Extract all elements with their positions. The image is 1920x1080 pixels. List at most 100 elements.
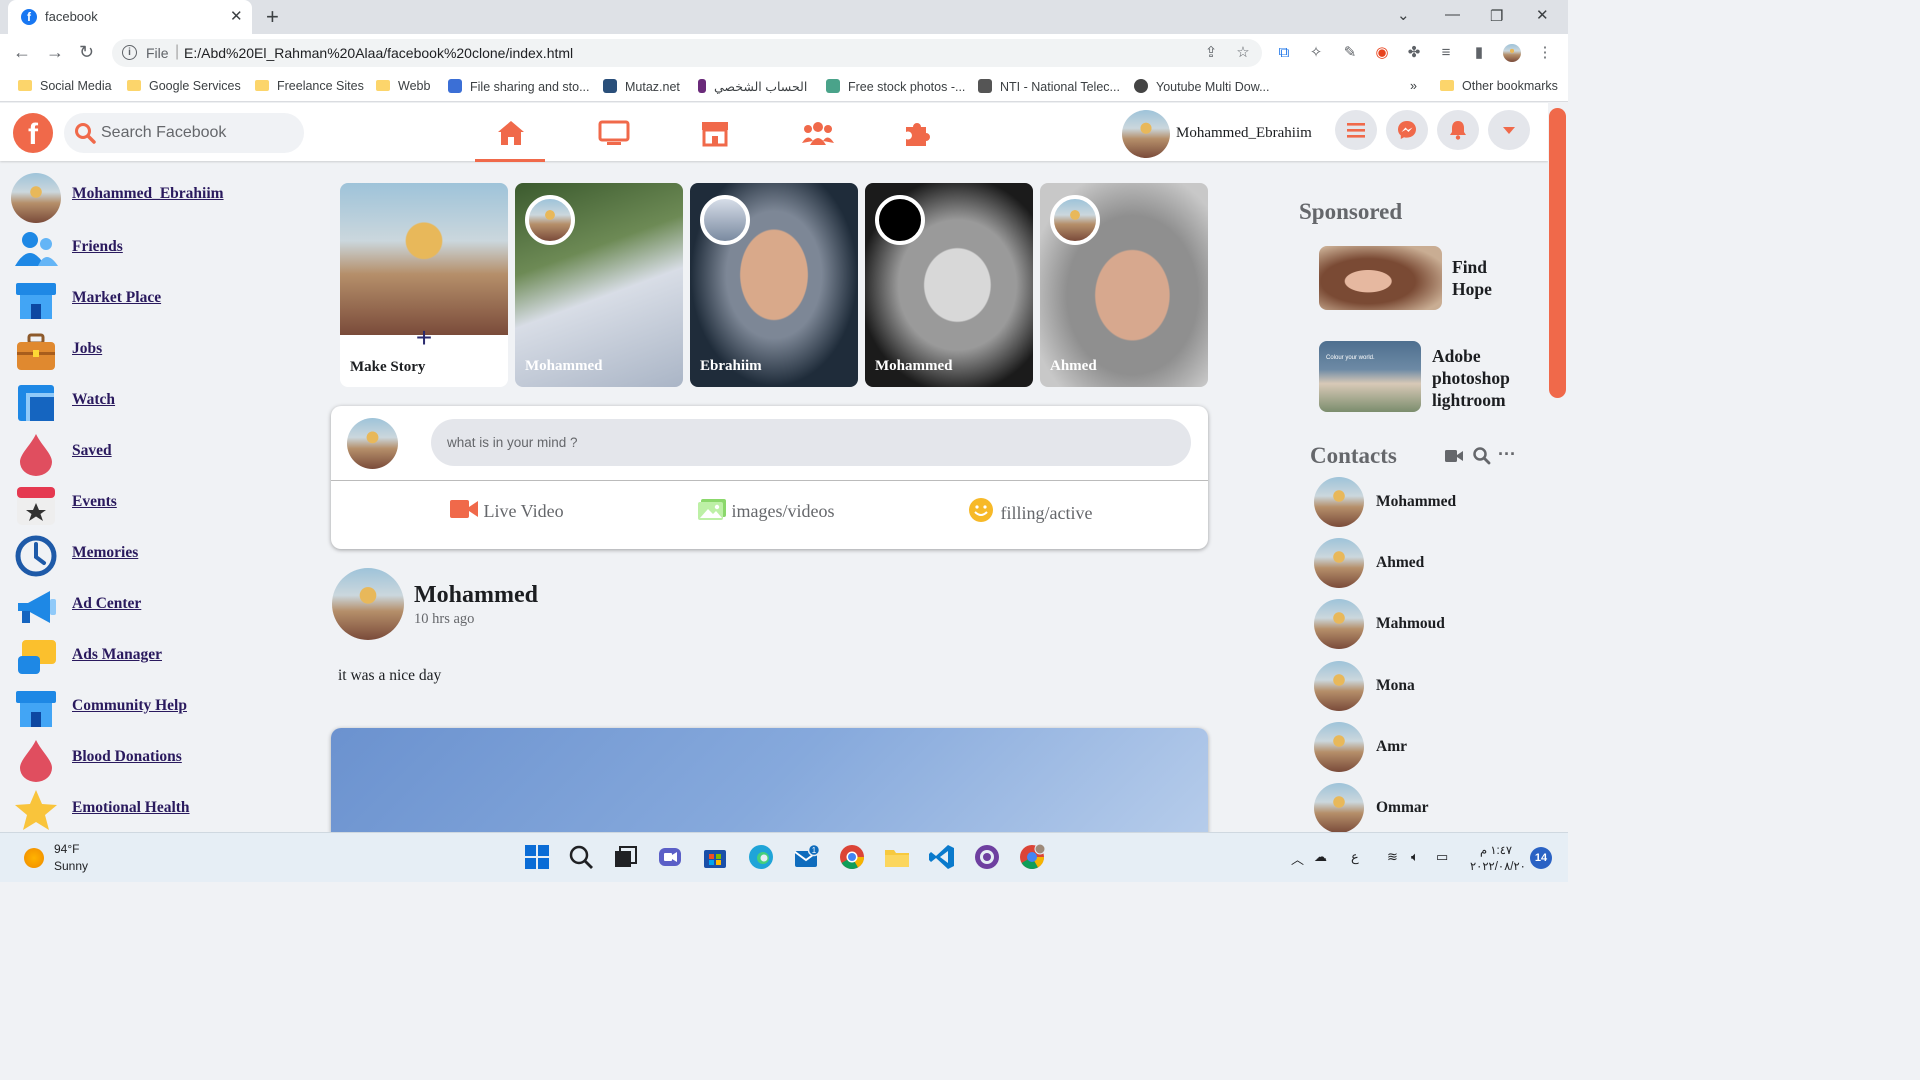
- account-dropdown-button[interactable]: [1488, 110, 1530, 150]
- close-tab-icon[interactable]: ✕: [230, 7, 243, 25]
- notifications-button[interactable]: [1437, 110, 1479, 150]
- vscode-icon[interactable]: [928, 843, 956, 871]
- onedrive-icon[interactable]: ☁: [1314, 849, 1327, 865]
- github-desktop-icon[interactable]: [973, 843, 1001, 871]
- feeling-activity-button[interactable]: filling/active: [968, 498, 1092, 524]
- edge-icon[interactable]: [747, 843, 775, 871]
- url-text[interactable]: E:/Abd%20El_Rahman%20Alaa/facebook%20clo…: [184, 45, 573, 61]
- nav-groups[interactable]: [780, 113, 850, 159]
- story-card[interactable]: Ahmed: [1040, 183, 1208, 387]
- extension-icon[interactable]: ✧: [1307, 44, 1325, 62]
- sidebar-item-saved[interactable]: Saved: [12, 430, 312, 476]
- profile-chip[interactable]: Mohammed_Ebrahiim: [1122, 110, 1322, 158]
- bookmark-item[interactable]: الحساب الشخصي: [698, 79, 807, 94]
- make-story-card[interactable]: + Make Story: [340, 183, 508, 387]
- sidebar-item-profile[interactable]: Mohammed_Ebrahiim: [11, 173, 312, 223]
- eyedropper-extension-icon[interactable]: ✎: [1341, 44, 1359, 62]
- bookmark-item[interactable]: NTI - National Telec...: [978, 79, 1120, 94]
- contact-item[interactable]: Amr: [1314, 722, 1534, 772]
- story-card[interactable]: Mohammed: [865, 183, 1033, 387]
- address-bar[interactable]: i File | E:/Abd%20El_Rahman%20Alaa/faceb…: [112, 39, 1262, 67]
- store-icon[interactable]: [701, 843, 729, 871]
- notifications-badge[interactable]: 14: [1530, 847, 1552, 869]
- battery-icon[interactable]: ▭: [1436, 849, 1448, 865]
- sidebar-item-watch[interactable]: Watch: [12, 379, 312, 421]
- scrollbar-thumb[interactable]: [1549, 108, 1566, 398]
- sidebar-item-community-help[interactable]: Community Help: [12, 685, 312, 727]
- contact-item[interactable]: Mahmoud: [1314, 599, 1534, 649]
- search-icon[interactable]: [567, 843, 595, 871]
- show-hidden-icons[interactable]: ︿: [1291, 849, 1304, 868]
- post-input[interactable]: what is in your mind ?: [431, 419, 1191, 466]
- input-language[interactable]: ع: [1351, 849, 1359, 865]
- contact-item[interactable]: Ahmed: [1314, 538, 1534, 588]
- mail-icon[interactable]: 1: [792, 843, 820, 871]
- images-videos-button[interactable]: images/videos: [697, 498, 834, 522]
- weather-temperature[interactable]: 94°F: [54, 842, 79, 856]
- post-image[interactable]: [331, 728, 1208, 848]
- sidebar-item-ads-manager[interactable]: Ads Manager: [12, 634, 312, 676]
- forward-icon[interactable]: →: [46, 42, 64, 63]
- contact-item[interactable]: Mohammed: [1314, 477, 1534, 527]
- search-input[interactable]: Search Facebook: [64, 113, 304, 153]
- bookmark-item[interactable]: Free stock photos -...: [826, 79, 965, 94]
- volume-icon[interactable]: 🔈︎: [1411, 849, 1419, 865]
- menu-button[interactable]: [1335, 110, 1377, 150]
- bookmark-item[interactable]: Mutaz.net: [603, 79, 680, 94]
- sidebar-item-emotional-health[interactable]: Emotional Health: [12, 787, 312, 830]
- minimize-icon[interactable]: —: [1445, 6, 1460, 23]
- back-icon[interactable]: ←: [13, 42, 31, 63]
- sidebar-item-events[interactable]: Events: [12, 481, 312, 525]
- reload-icon[interactable]: ↻: [79, 42, 94, 63]
- bookmarks-overflow[interactable]: »: [1410, 79, 1417, 93]
- weather-condition[interactable]: Sunny: [54, 859, 88, 873]
- story-card[interactable]: Ebrahiim: [690, 183, 858, 387]
- messenger-button[interactable]: [1386, 110, 1428, 150]
- sidebar-item-market-place[interactable]: Market Place: [12, 277, 312, 319]
- window-close-icon[interactable]: ✕: [1536, 6, 1549, 24]
- nav-home[interactable]: [475, 113, 545, 159]
- extensions-puzzle-icon[interactable]: ✤: [1405, 44, 1423, 62]
- wifi-icon[interactable]: ≋: [1387, 849, 1398, 865]
- sponsored-ad[interactable]: Find Hope: [1319, 246, 1539, 316]
- tab-search-chevron-icon[interactable]: ⌄: [1397, 6, 1410, 24]
- video-call-icon[interactable]: [1444, 447, 1464, 465]
- sidebar-item-jobs[interactable]: Jobs: [12, 328, 312, 370]
- chrome-icon[interactable]: [838, 843, 866, 871]
- bookmark-item[interactable]: Social Media: [18, 79, 112, 93]
- post-author-avatar[interactable]: [332, 568, 404, 640]
- windows-start-icon[interactable]: [523, 843, 551, 871]
- translate-extension-icon[interactable]: ⧉: [1275, 44, 1293, 62]
- sidebar-item-blood-donations[interactable]: Blood Donations: [12, 736, 312, 782]
- more-options-icon[interactable]: ···: [1498, 444, 1516, 465]
- record-extension-icon[interactable]: ◉: [1373, 44, 1391, 62]
- nav-gaming[interactable]: [881, 113, 951, 159]
- browser-tab[interactable]: f facebook ✕: [8, 0, 252, 34]
- file-explorer-icon[interactable]: [883, 843, 911, 871]
- bookmark-item[interactable]: Google Services: [127, 79, 241, 93]
- bookmark-item[interactable]: Freelance Sites: [255, 79, 364, 93]
- sponsored-ad[interactable]: Colour your world. Adobe photoshop lightro…: [1319, 341, 1539, 412]
- bookmark-star-icon[interactable]: ☆: [1234, 44, 1252, 62]
- story-card[interactable]: Mohammed: [515, 183, 683, 387]
- bookmark-item[interactable]: File sharing and sto...: [448, 79, 590, 94]
- share-icon[interactable]: ⇪: [1202, 44, 1220, 62]
- facebook-logo-icon[interactable]: f: [13, 113, 53, 153]
- live-video-button[interactable]: Live Video: [449, 498, 564, 522]
- profile-avatar-icon[interactable]: [1503, 44, 1521, 62]
- other-bookmarks[interactable]: Other bookmarks: [1440, 79, 1558, 93]
- nav-watch[interactable]: [577, 113, 647, 159]
- post-author-name[interactable]: Mohammed: [414, 582, 538, 609]
- chrome-profile-icon[interactable]: [1018, 843, 1046, 871]
- search-icon[interactable]: [1472, 447, 1492, 465]
- contact-item[interactable]: Mona: [1314, 661, 1534, 711]
- side-panel-icon[interactable]: ▮: [1470, 44, 1488, 62]
- teams-chat-icon[interactable]: [656, 843, 684, 871]
- new-tab-icon[interactable]: +: [266, 4, 279, 30]
- site-info-icon[interactable]: i: [122, 45, 137, 60]
- menu-kebab-icon[interactable]: ⋮: [1536, 44, 1554, 62]
- clock-time[interactable]: ١:٤٧ م: [1480, 843, 1512, 857]
- bookmark-item[interactable]: Youtube Multi Dow...: [1134, 79, 1270, 94]
- reading-list-icon[interactable]: ≡: [1437, 44, 1455, 62]
- restore-icon[interactable]: ❐: [1490, 7, 1503, 25]
